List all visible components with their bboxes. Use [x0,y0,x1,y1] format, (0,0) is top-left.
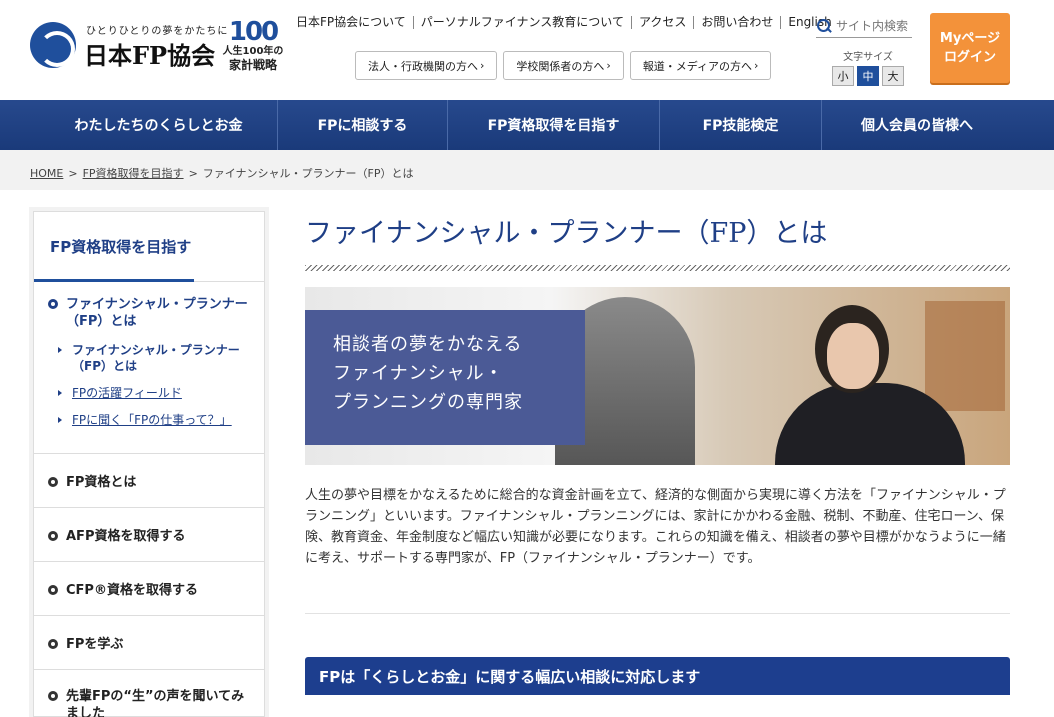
logo-name: 日本FP協会 [84,41,216,70]
section-heading: FPは「くらしとお金」に関する幅広い相談に対応します [305,657,1010,695]
badge-line1: 人生100年の [222,46,284,57]
sidebar-item-current[interactable]: ファイナンシャル・プランナー（FP）とは [48,296,256,330]
media-button[interactable]: 報道・メディアの方へ › [629,51,772,80]
sidebar: FP資格取得を目指す ファイナンシャル・プランナー（FP）とは ファイナンシャル… [33,211,265,717]
site-search [816,14,912,38]
hero-caption-line: プランニングの専門家 [333,392,523,413]
sidebar-subitem-about-fp[interactable]: ファイナンシャル・プランナー（FP）とは [58,342,256,374]
intro-divider [305,613,1010,614]
main-content: ファイナンシャル・プランナー（FP）とは 相談者の夢をかなえる ファイナンシャル… [305,211,1010,695]
badge-number: 100 [228,17,279,47]
chevron-right-icon: › [606,59,611,72]
title-divider [305,265,1010,271]
breadcrumb-home[interactable]: HOME [30,167,63,180]
toplink-contact[interactable]: お問い合わせ [693,15,780,29]
triangle-bullet-icon [58,347,62,353]
site-header: ひとりひとりの夢をかたちに 日本FP協会 100 人生100年の 家計戦略 日本… [0,0,1054,100]
sidebar-item-label: CFP®資格を取得する [66,583,198,598]
sidebar-subitem-label: ファイナンシャル・プランナー（FP）とは [72,343,240,373]
font-size-label: 文字サイズ [843,52,893,63]
school-button[interactable]: 学校関係者の方へ › [503,51,624,80]
hero-planner-face [827,323,879,389]
sidebar-sub-list: ファイナンシャル・プランナー（FP）とは FPの活躍フィールド FPに聞く「FP… [58,342,256,428]
breadcrumb-bar: HOME > FP資格取得を目指す > ファイナンシャル・プランナー（FP）とは [0,150,1054,190]
corporate-button-label: 法人・行政機関の方へ [368,59,478,73]
mypage-label: Myページ [939,31,1001,46]
sidebar-current-section: ファイナンシャル・プランナー（FP）とは ファイナンシャル・プランナー（FP）と… [34,282,264,454]
anniversary-badge[interactable]: 100 人生100年の 家計戦略 [222,18,284,72]
sidebar-subitem-fields[interactable]: FPの活躍フィールド [58,385,256,401]
logo-mark-icon [30,22,76,68]
sidebar-subitem-label: FPに聞く「FPの仕事って？」 [72,413,232,427]
badge-line2: 家計戦略 [228,58,277,72]
circle-bullet-icon [48,531,58,541]
circle-bullet-icon [48,299,58,309]
sidebar-subitem-label: FPの活躍フィールド [72,386,182,400]
sidebar-subitem-interview[interactable]: FPに聞く「FPの仕事って？」 [58,412,256,428]
corporate-button[interactable]: 法人・行政機関の方へ › [355,51,498,80]
page-title: ファイナンシャル・プランナー（FP）とは [305,218,828,249]
circle-bullet-icon [48,639,58,649]
font-size-small-button[interactable]: 小 [832,66,854,86]
circle-bullet-icon [48,691,58,701]
sidebar-heading: FP資格取得を目指す [34,212,264,282]
sidebar-item-cfp[interactable]: CFP®資格を取得する [34,562,264,616]
breadcrumb-separator: > [188,167,198,180]
breadcrumb: HOME > FP資格取得を目指す > ファイナンシャル・プランナー（FP）とは [30,165,414,181]
school-button-label: 学校関係者の方へ [516,59,605,73]
hero-caption-line: 相談者の夢をかなえる [333,334,523,355]
site-logo[interactable]: ひとりひとりの夢をかたちに 日本FP協会 [30,18,227,70]
breadcrumb-current: ファイナンシャル・プランナー（FP）とは [202,167,414,180]
search-icon[interactable] [816,18,832,34]
sidebar-item-label: FPを学ぶ [66,637,124,652]
nav-item-exam[interactable]: FP技能検定 [660,100,822,150]
sidebar-item-learn[interactable]: FPを学ぶ [34,616,264,670]
search-input[interactable] [836,18,910,33]
breadcrumb-parent[interactable]: FP資格取得を目指す [83,167,184,180]
font-size-switcher: 文字サイズ 小 中 大 [830,48,906,86]
sidebar-item-voices[interactable]: 先輩FPの“生”の声を聞いてみました [34,670,264,717]
toplink-education[interactable]: パーソナルファイナンス教育について [412,15,631,29]
hero-window-shape [925,301,1005,411]
logo-tagline: ひとりひとりの夢をかたちに [86,26,229,37]
nav-item-consult[interactable]: FPに相談する [278,100,448,150]
media-button-label: 報道・メディアの方へ [642,59,753,73]
hero-caption-box: 相談者の夢をかなえる ファイナンシャル・ プランニングの専門家 [305,310,585,445]
sidebar-item-label: 先輩FPの“生”の声を聞いてみました [66,689,245,717]
mypage-login-button[interactable]: Myページ ログイン [930,13,1010,83]
nav-item-qualification[interactable]: FP資格取得を目指す [448,100,660,157]
nav-item-life-money[interactable]: わたしたちのくらしとお金 [40,100,278,150]
sidebar-item-fp-qualification[interactable]: FP資格とは [34,454,264,508]
circle-bullet-icon [48,585,58,595]
sidebar-current-label: ファイナンシャル・プランナー（FP）とは [66,297,248,329]
toplink-about[interactable]: 日本FP協会について [296,15,413,29]
sidebar-item-afp[interactable]: AFP資格を取得する [34,508,264,562]
audience-buttons: 法人・行政機関の方へ › 学校関係者の方へ › 報道・メディアの方へ › [355,51,772,80]
sidebar-item-label: FP資格とは [66,475,137,490]
font-size-large-button[interactable]: 大 [882,66,904,86]
intro-paragraph: 人生の夢や目標をかなえるために総合的な資金計画を立て、経済的な側面から実現に導く… [305,488,1006,566]
font-size-medium-button[interactable]: 中 [857,66,879,86]
hero-image: 相談者の夢をかなえる ファイナンシャル・ プランニングの専門家 [305,287,1010,465]
global-nav: わたしたちのくらしとお金 FPに相談する FP資格取得を目指す FP技能検定 個… [0,100,1054,157]
hero-caption-line: ファイナンシャル・ [333,363,504,384]
triangle-bullet-icon [58,417,62,423]
nav-item-members[interactable]: 個人会員の皆様へ [822,100,1012,150]
triangle-bullet-icon [58,390,62,396]
breadcrumb-separator: > [68,167,78,180]
toplink-access[interactable]: アクセス [630,15,693,29]
top-links: 日本FP協会について パーソナルファイナンス教育について アクセス お問い合わせ… [296,14,839,30]
sidebar-item-label: AFP資格を取得する [66,529,186,544]
login-label: ログイン [943,50,996,65]
chevron-right-icon: › [754,59,759,72]
circle-bullet-icon [48,477,58,487]
chevron-right-icon: › [480,59,485,72]
